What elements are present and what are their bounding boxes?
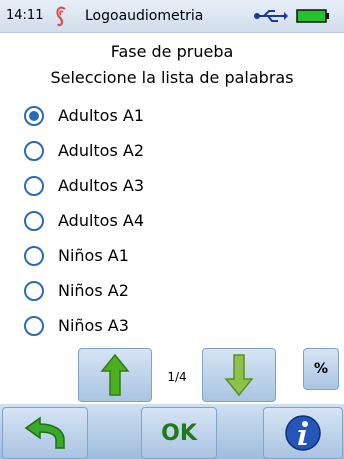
app-title: Logoaudiometria [85, 8, 204, 24]
option-label: Niños A3 [58, 316, 129, 335]
ok-button[interactable]: OK [141, 407, 217, 459]
info-button[interactable] [263, 407, 343, 459]
instruction-heading: Seleccione la lista de palabras [50, 68, 294, 87]
radio-button[interactable] [24, 280, 44, 301]
option-adultos-a4[interactable]: Adultos A4 [24, 203, 144, 238]
option-label: Niños A2 [58, 281, 129, 300]
usb-icon [254, 10, 288, 22]
page-down-button[interactable] [202, 348, 276, 402]
option-ninos-a2[interactable]: Niños A2 [24, 273, 144, 308]
back-arrow-icon [24, 416, 65, 449]
word-list-options: Adultos A1 Adultos A2 Adultos A3 Adultos… [24, 98, 144, 343]
option-adultos-a1[interactable]: Adultos A1 [24, 98, 144, 133]
phase-heading: Fase de prueba [110, 42, 234, 61]
page-indicator: 1/4 [167, 370, 187, 384]
status-time: 14:11 [6, 8, 44, 23]
option-label: Adultos A4 [58, 211, 145, 230]
option-adultos-a3[interactable]: Adultos A3 [24, 168, 144, 203]
option-label: Adultos A3 [58, 176, 145, 195]
radio-button-selected[interactable] [24, 105, 44, 126]
percent-button[interactable]: % [303, 348, 339, 390]
option-label: Niños A1 [58, 246, 129, 265]
option-label: Adultos A2 [58, 141, 145, 160]
option-adultos-a2[interactable]: Adultos A2 [24, 133, 144, 168]
option-label: Adultos A1 [58, 106, 145, 125]
option-ninos-a3[interactable]: Niños A3 [24, 308, 144, 343]
radio-button[interactable] [24, 140, 44, 161]
page-up-button[interactable] [78, 348, 152, 402]
status-bar: 14:11 Logoaudiometria [0, 0, 344, 33]
radio-button[interactable] [24, 210, 44, 231]
battery-icon [296, 9, 329, 23]
back-button[interactable] [2, 407, 88, 459]
info-icon [285, 415, 321, 451]
option-ninos-a1[interactable]: Niños A1 [24, 238, 144, 273]
arrow-up-icon [100, 353, 130, 396]
radio-button[interactable] [24, 315, 44, 336]
radio-button[interactable] [24, 175, 44, 196]
ear-icon [56, 6, 66, 27]
arrow-down-icon [224, 354, 254, 397]
radio-button[interactable] [24, 245, 44, 266]
